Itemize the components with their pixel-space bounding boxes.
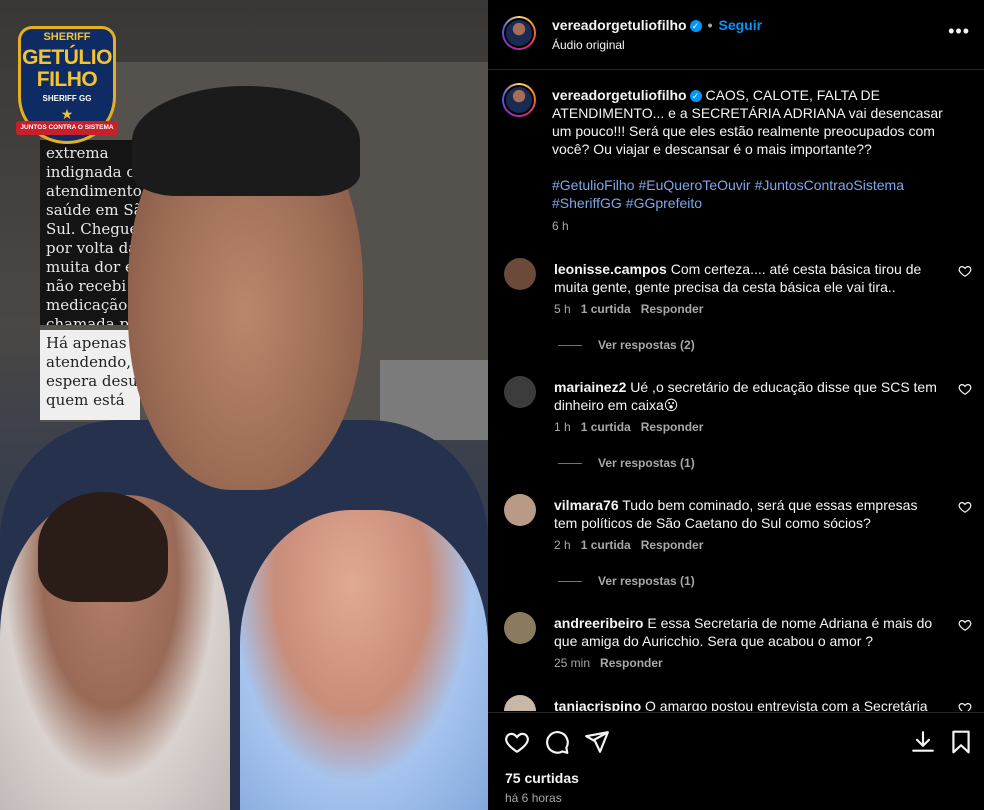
commenter-username[interactable]: leonisse.campos [554, 261, 667, 277]
commenter-username[interactable]: vilmara76 [554, 497, 619, 513]
reply-button[interactable]: Responder [641, 538, 704, 552]
heart-icon[interactable] [958, 264, 972, 278]
comment-time[interactable]: 1 h [554, 420, 571, 434]
commenter-username[interactable]: taniacrispino [554, 698, 641, 711]
author-username[interactable]: vereadorgetuliofilho [552, 17, 687, 33]
author-line: vereadorgetuliofilho ✓ • Seguir [552, 17, 762, 33]
star-icon: ★ [60, 106, 74, 122]
commenter-username[interactable]: andreeribeiro [554, 615, 643, 631]
overlay-woman-hair [38, 492, 168, 602]
comments-scroll-area[interactable]: vereadorgetuliofilho ✓ CAOS, CALOTE, FALT… [488, 71, 984, 711]
hashtag-link[interactable]: #GetulioFilho [552, 177, 635, 193]
comment-text: O amargo postou entrevista com a Secretá… [645, 698, 928, 711]
caption-time[interactable]: 6 h [552, 219, 569, 233]
comment-likes[interactable]: 1 curtida [581, 538, 631, 552]
commenter-avatar[interactable] [504, 612, 536, 644]
hashtag-link[interactable]: #GGprefeito [626, 195, 702, 211]
commenter-avatar[interactable] [504, 494, 536, 526]
author-avatar[interactable] [502, 16, 536, 50]
speaker-hair [132, 86, 360, 196]
comment-time[interactable]: 25 min [554, 656, 590, 670]
post-details-panel: vereadorgetuliofilho ✓ • Seguir Áudio origi… [488, 0, 984, 810]
separator-dot: • [707, 17, 713, 33]
comment-time[interactable]: 2 h [554, 538, 571, 552]
hashtag-link[interactable]: #SheriffGG [552, 195, 622, 211]
heart-icon[interactable] [504, 729, 530, 755]
caption-avatar[interactable] [502, 83, 536, 117]
comment-body: vilmara76 Tudo bem cominado, será que es… [554, 496, 944, 532]
hashtag-link[interactable]: #EuQueroTeOuvir [639, 177, 751, 193]
reply-button[interactable]: Responder [600, 656, 663, 670]
heart-icon[interactable] [958, 500, 972, 514]
commenter-username[interactable]: mariainez2 [554, 379, 626, 395]
verified-icon: ✓ [689, 20, 702, 32]
heart-icon[interactable] [958, 701, 972, 711]
post-actions: 75 curtidas há 6 horas [488, 712, 984, 810]
heart-icon[interactable] [958, 382, 972, 396]
overlay-man-photo [240, 510, 488, 810]
caption-hashtags: #GetulioFilho #EuQueroTeOuvir #JuntosContr… [552, 176, 957, 212]
download-icon[interactable] [910, 729, 936, 755]
save-icon[interactable] [948, 729, 974, 755]
share-icon[interactable] [584, 729, 610, 755]
logo-name-line1: GETÚLIO [22, 46, 112, 69]
heart-icon[interactable] [958, 618, 972, 632]
comment-likes[interactable]: 1 curtida [581, 420, 631, 434]
sheriff-logo: SHERIFF GETÚLIO FILHO SHERIFF GG ★ JUNTO… [16, 26, 118, 144]
background-sign-light: Há apenas u atendendo, o espera desum qu… [40, 330, 140, 420]
view-replies-button[interactable]: Ver respostas (1) [558, 574, 695, 588]
reel-video[interactable]: extrema indignada com atendimento saúde … [0, 0, 488, 810]
audio-link[interactable]: Áudio original [552, 38, 625, 52]
comment-icon[interactable] [544, 729, 570, 755]
comment-body: leonisse.campos Com certeza.... até cest… [554, 260, 944, 296]
comment-meta: 25 min Responder [554, 656, 673, 670]
view-replies-button[interactable]: Ver respostas (2) [558, 338, 695, 352]
comment-time[interactable]: 5 h [554, 302, 571, 316]
reply-button[interactable]: Responder [641, 302, 704, 316]
caption-username[interactable]: vereadorgetuliofilho [552, 87, 687, 103]
comment-meta: 5 h 1 curtida Responder [554, 302, 713, 316]
follow-button[interactable]: Seguir [718, 17, 762, 33]
post-caption: vereadorgetuliofilho ✓ CAOS, CALOTE, FALT… [552, 86, 957, 158]
view-replies-button[interactable]: Ver respostas (1) [558, 456, 695, 470]
commenter-avatar[interactable] [504, 376, 536, 408]
comment-body: mariainez2 Ué ,o secretário de educação … [554, 378, 944, 414]
more-icon[interactable]: ••• [948, 22, 970, 40]
hashtag-link[interactable]: #JuntosContraoSistema [755, 177, 904, 193]
likes-count[interactable]: 75 curtidas [505, 770, 579, 786]
comment-body: andreeribeiro E essa Secretaria de nome … [554, 614, 944, 650]
logo-subtitle: SHERIFF GG [42, 94, 92, 103]
comment-body: taniacrispino O amargo postou entrevista… [554, 697, 944, 711]
comment-meta: 2 h 1 curtida Responder [554, 538, 713, 552]
logo-sheriff-text: SHERIFF [43, 31, 91, 43]
commenter-avatar[interactable] [504, 695, 536, 711]
logo-name-line2: FILHO [36, 68, 98, 91]
post-time[interactable]: há 6 horas [505, 791, 562, 805]
post-header: vereadorgetuliofilho ✓ • Seguir Áudio origi… [488, 0, 984, 70]
comment-meta: 1 h 1 curtida Responder [554, 420, 713, 434]
logo-ribbon: JUNTOS CONTRA O SISTEMA [16, 121, 118, 135]
commenter-avatar[interactable] [504, 258, 536, 290]
comment-likes[interactable]: 1 curtida [581, 302, 631, 316]
reply-button[interactable]: Responder [641, 420, 704, 434]
verified-icon: ✓ [689, 90, 702, 102]
